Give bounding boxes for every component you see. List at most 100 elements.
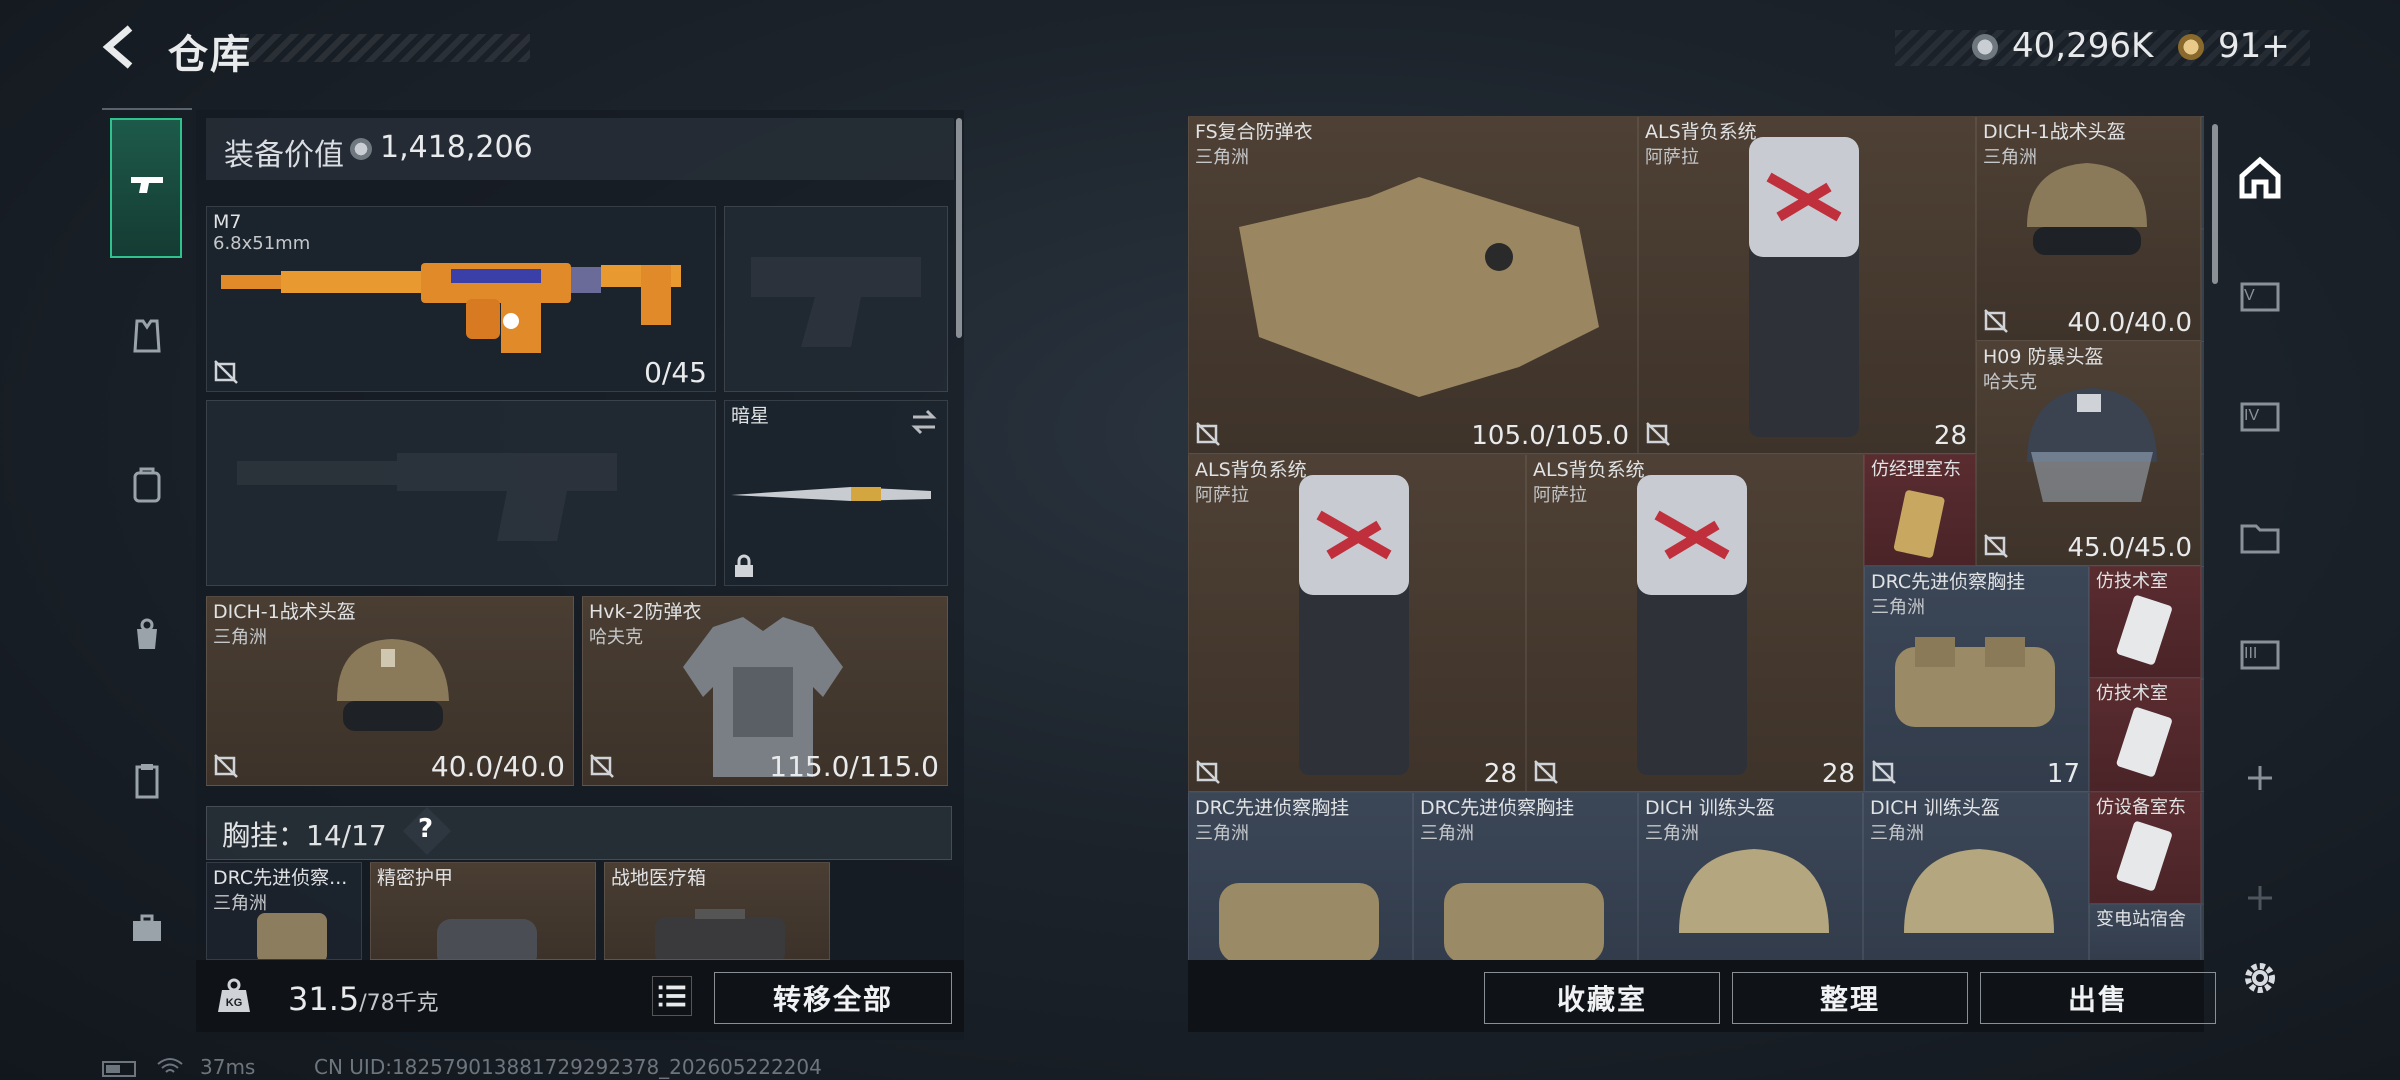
stash-item[interactable]: 仿技术室 [2089,566,2201,678]
stash-iii-icon: III [2240,640,2280,670]
item-maker: 阿萨拉 [1195,485,1249,506]
stash-item[interactable]: DRC先进侦察胸挂 三角洲 [1413,792,1638,960]
stash-tab-v[interactable]: V [2232,268,2288,324]
add-stash-button[interactable] [2232,750,2288,806]
backpack-icon [133,467,161,503]
item-durability: 45.0/45.0 [2067,533,2192,563]
item-capacity: 28 [1483,759,1517,789]
helmet-maker: 三角洲 [213,627,267,648]
item-maker: 三角洲 [1195,823,1249,844]
rail-top-line [102,108,192,110]
stash-item[interactable]: ALS背负系统 阿萨拉 28 [1188,454,1526,792]
stash-item[interactable]: DRC先进侦察胸挂 三角洲 [1188,792,1413,960]
item-maker: 三角洲 [1420,823,1474,844]
settings-button[interactable] [2232,950,2288,1006]
category-bag[interactable] [112,600,182,670]
chest-rig-capacity: 胸挂：14/17 [222,819,387,852]
transfer-all-button[interactable]: 转移全部 [714,972,952,1024]
weight-capacity: /78千克 [359,991,439,1016]
svg-text:KG: KG [226,997,243,1009]
armor-slot[interactable]: Hvk-2防弹衣 哈夫克 115.0/115.0 [582,596,948,786]
item-name: 仿技术室 [2096,683,2168,704]
stash-item[interactable]: H09 防暴头盔 哈夫克 45.0/45.0 [1976,341,2201,566]
category-case[interactable] [112,894,182,964]
scrollbar[interactable] [956,118,962,338]
swap-icon[interactable] [909,407,939,437]
vest-image [1239,177,1599,397]
stash-item[interactable]: ALS背负系统 阿萨拉 28 [1638,116,1976,454]
vest-icon [133,319,161,353]
case-icon [133,914,161,941]
list-view-icon[interactable] [652,976,692,1016]
back-arrow-icon[interactable] [100,24,146,70]
item-durability: 105.0/105.0 [1471,421,1629,451]
primary-weapon-slot[interactable]: M7 6.8x51mm 0/45 [206,206,716,392]
stash-item[interactable]: 仿技术室 [2089,678,2201,792]
lock-icon [735,554,753,577]
collection-button[interactable]: 收藏室 [1484,972,1720,1024]
page-title: 仓库 [168,32,252,78]
item-name: DRC先进侦察胸挂 [1195,797,1350,819]
no-insurance-icon [1984,309,2008,333]
rig-item[interactable]: 战地医疗箱 [604,862,830,960]
weight-readout: 31.5/78千克 [288,980,439,1018]
rig-item[interactable]: DRC先进侦察... 三角洲 [206,862,362,960]
category-clipboard[interactable] [112,746,182,816]
equip-value: 1,418,206 [380,130,533,165]
helmet-image [337,639,449,731]
stash-tab-iv[interactable]: IV [2232,388,2288,444]
armor-plate-image [437,919,537,959]
stash-item[interactable]: ALS背负系统 阿萨拉 28 [1526,454,1864,792]
house-icon [2239,156,2281,199]
help-icon[interactable]: ? [418,814,433,844]
rifle-placeholder-icon [237,453,617,541]
category-weapons[interactable] [112,150,182,220]
silver-coin-icon [1972,34,1998,60]
stash-item[interactable]: DICH 训练头盔 三角洲 [1638,792,1863,960]
stash-tab-iii[interactable]: III [2232,626,2288,682]
stash-tab-main[interactable] [2232,150,2288,206]
svg-text:IV: IV [2244,407,2259,424]
helmet-image [1904,849,2054,933]
helmet-durability: 40.0/40.0 [430,750,565,783]
melee-slot[interactable]: 暗星 [724,400,948,586]
stash-item[interactable]: 仿经理室东 [1864,454,1976,566]
points-amount[interactable]: 91+ [2218,26,2290,66]
silver-coin-icon [350,138,372,160]
helmet-name: DICH-1战术头盔 [213,601,356,623]
item-name: DICH 训练头盔 [1870,797,2000,819]
gear-icon [2245,963,2275,993]
stash-item[interactable]: DRC先进侦察胸挂 三角洲 17 [1864,566,2089,792]
sell-button[interactable]: 出售 [1980,972,2216,1024]
item-name: DICH 训练头盔 [1645,797,1775,819]
category-armor[interactable] [112,300,182,370]
pistol-slot[interactable] [724,206,948,392]
wifi-icon [157,1058,183,1073]
stash-item[interactable]: 变电站宿舍 [2089,904,2201,960]
rig-item[interactable]: 精密护甲 [370,862,596,960]
stash-tab-iv-folder[interactable] [2232,510,2288,566]
helmet-slot[interactable]: DICH-1战术头盔 三角洲 40.0/40.0 [206,596,574,786]
secondary-weapon-slot[interactable] [206,400,716,586]
stash-item[interactable]: 仿设备室东 [2089,792,2201,904]
category-backpack[interactable] [112,450,182,520]
ammo-count: 0/45 [644,356,707,389]
stash-item[interactable]: FS复合防弹衣 三角洲 105.0/105.0 [1188,116,1638,454]
item-name: DRC先进侦察... [213,867,348,889]
money-amount[interactable]: 40,296K [2012,26,2153,66]
item-maker: 阿萨拉 [1533,485,1587,506]
folder-icon [2240,524,2280,554]
chest-rig-image [1219,883,1379,960]
item-maker: 三角洲 [1195,147,1249,168]
add-stash-button[interactable] [2232,870,2288,926]
no-insurance-icon [214,754,238,778]
stash-item[interactable]: DICH-1战术头盔 三角洲 40.0/40.0 [1976,116,2201,341]
stash-item[interactable]: DICH 训练头盔 三角洲 [1863,792,2089,960]
bag-icon [137,618,157,649]
item-durability: 40.0/40.0 [2067,308,2192,338]
organize-button[interactable]: 整理 [1732,972,1968,1024]
item-name: DRC先进侦察胸挂 [1420,797,1575,819]
item-capacity: 28 [1821,759,1855,789]
scrollbar[interactable] [2212,124,2218,284]
weapon-name: M7 [213,211,242,233]
